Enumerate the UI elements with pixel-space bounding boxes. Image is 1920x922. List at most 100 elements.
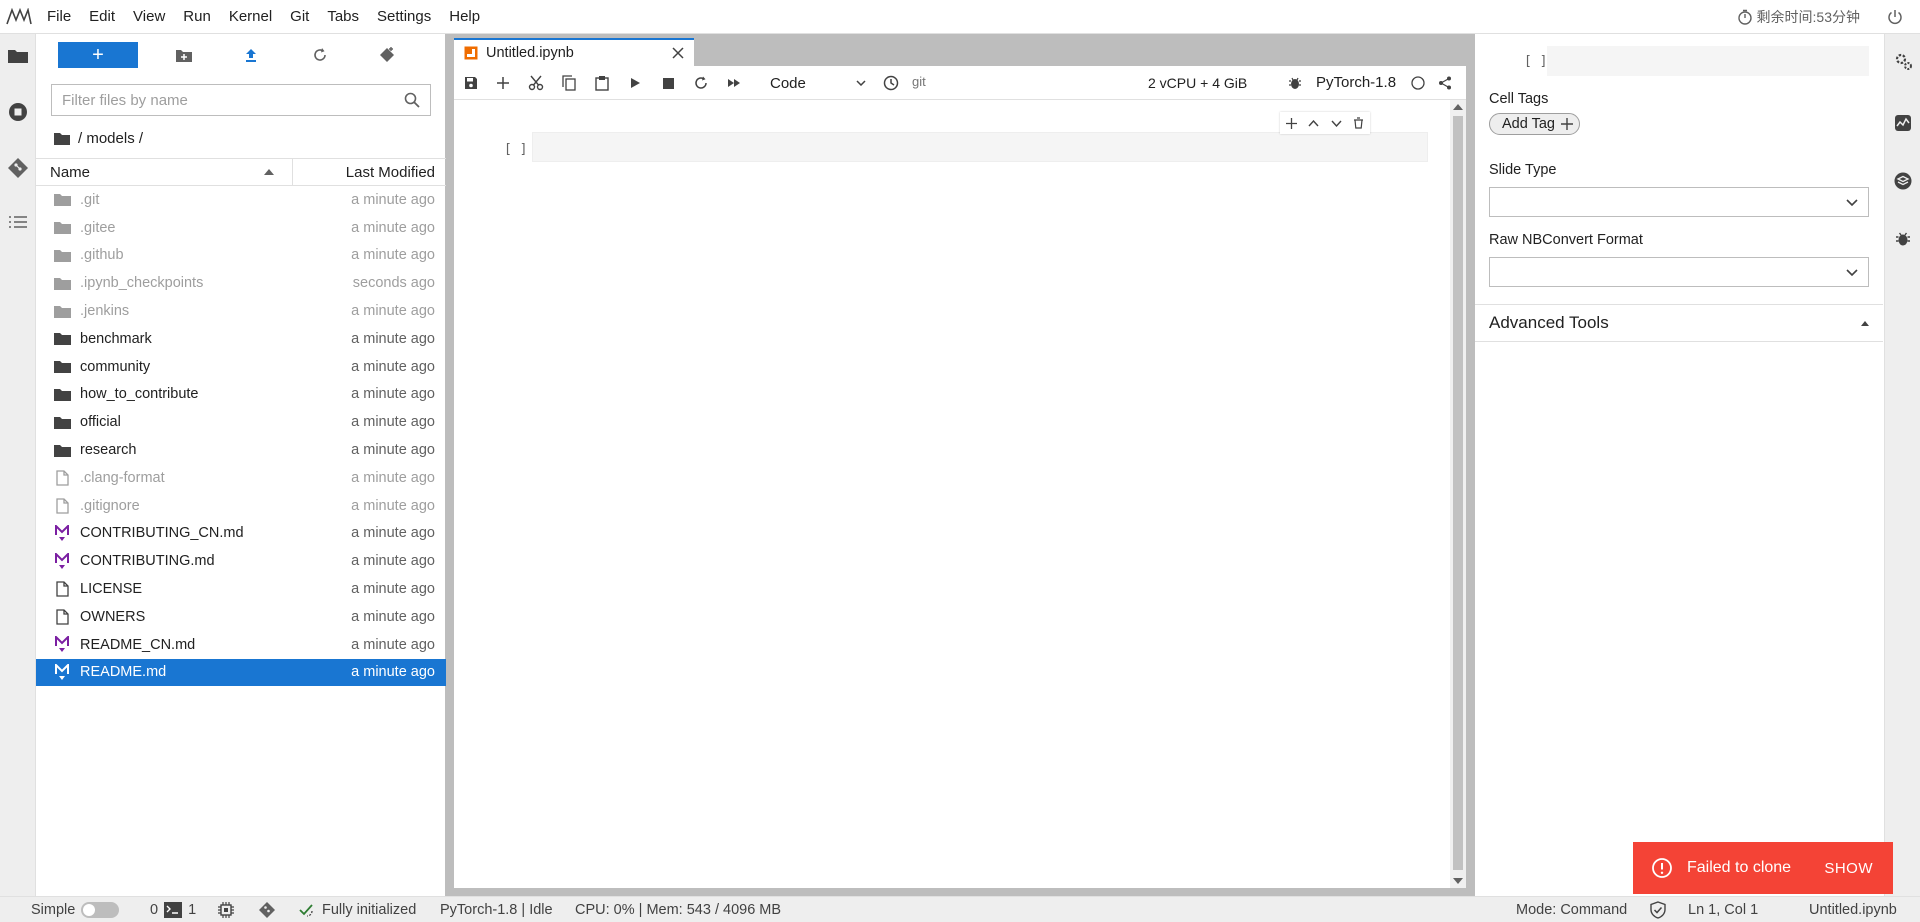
git-clone-icon[interactable] [376, 44, 398, 66]
folder-icon[interactable] [54, 132, 70, 145]
file-row[interactable]: OWNERS a minute ago [36, 603, 446, 631]
file-row[interactable]: LICENSE a minute ago [36, 575, 446, 603]
file-row[interactable]: research a minute ago [36, 436, 446, 464]
refresh-icon[interactable] [309, 44, 331, 66]
run-icon[interactable] [624, 72, 646, 94]
modified-column-header[interactable]: Last Modified [293, 159, 446, 185]
trusted-shield-icon[interactable] [1650, 901, 1666, 919]
code-cell-editor[interactable] [532, 132, 1428, 162]
paste-icon[interactable] [591, 72, 613, 94]
file-row[interactable]: benchmark a minute ago [36, 325, 446, 353]
file-row[interactable]: .gitignore a minute ago [36, 492, 446, 520]
menu-run[interactable]: Run [174, 0, 220, 34]
file-row[interactable]: .gitee a minute ago [36, 214, 446, 242]
kernel-usage-icon[interactable] [218, 901, 234, 919]
file-row[interactable]: community a minute ago [36, 353, 446, 381]
breadcrumb-path[interactable]: / models / [78, 130, 143, 147]
restart-icon[interactable] [690, 72, 712, 94]
clock-icon[interactable] [880, 72, 902, 94]
file-row[interactable]: .git a minute ago [36, 186, 446, 214]
cut-icon[interactable] [525, 72, 547, 94]
file-row[interactable]: .ipynb_checkpoints seconds ago [36, 269, 446, 297]
markdown-icon [52, 552, 72, 570]
upload-icon[interactable] [240, 44, 262, 66]
file-row[interactable]: README.md a minute ago [36, 658, 446, 687]
delete-icon[interactable] [1353, 117, 1364, 129]
file-row[interactable]: README_CN.md a minute ago [36, 631, 446, 659]
kernel-name[interactable]: PyTorch-1.8 [1316, 74, 1396, 91]
file-row[interactable]: .jenkins a minute ago [36, 297, 446, 325]
slide-type-select[interactable] [1489, 187, 1869, 217]
menu-kernel[interactable]: Kernel [220, 0, 281, 34]
toggle-switch[interactable] [81, 902, 120, 918]
file-row[interactable]: how_to_contribute a minute ago [36, 381, 446, 409]
git-status-icon[interactable] [258, 901, 276, 919]
file-name: OWNERS [80, 608, 146, 625]
debugger-icon[interactable] [1284, 72, 1306, 94]
scroll-up-icon[interactable] [1453, 104, 1463, 110]
simple-mode-toggle[interactable]: Simple [31, 901, 120, 919]
share-icon[interactable] [1434, 72, 1456, 94]
scrollbar-thumb[interactable] [1453, 116, 1463, 870]
fast-forward-icon[interactable] [723, 72, 745, 94]
close-icon[interactable] [672, 47, 684, 59]
extension-status[interactable]: Fully initialized [298, 901, 416, 919]
file-name: research [80, 442, 137, 459]
raw-format-select[interactable] [1489, 257, 1869, 287]
toast-show-button[interactable]: SHOW [1824, 860, 1873, 877]
power-icon[interactable] [1886, 8, 1904, 26]
resource-monitor-icon[interactable] [1892, 112, 1914, 134]
terminals-status[interactable]: 0 1 [150, 901, 196, 919]
new-folder-icon[interactable] [173, 44, 195, 66]
menu-tabs[interactable]: Tabs [318, 0, 368, 34]
advanced-tools-header[interactable]: Advanced Tools [1475, 304, 1883, 342]
cursor-position[interactable]: Ln 1, Col 1 [1688, 901, 1758, 919]
file-row[interactable]: CONTRIBUTING.md a minute ago [36, 547, 446, 575]
scroll-down-icon[interactable] [1453, 878, 1463, 884]
stop-icon[interactable] [657, 72, 679, 94]
table-of-contents-icon[interactable] [6, 210, 30, 234]
menu-file[interactable]: File [38, 0, 80, 34]
raw-format-label: Raw NBConvert Format [1489, 232, 1643, 248]
new-launcher-button[interactable]: + [58, 42, 138, 68]
notebook-mode[interactable]: Mode: Command [1516, 901, 1627, 919]
plus-icon [1560, 118, 1573, 130]
caret-up-icon [1861, 320, 1869, 326]
file-row[interactable]: official a minute ago [36, 408, 446, 436]
folder-icon [52, 246, 72, 264]
debugger-icon[interactable] [1892, 228, 1914, 250]
property-inspector-icon[interactable] [1892, 50, 1914, 72]
menu-edit[interactable]: Edit [80, 0, 124, 34]
add-tag-button[interactable]: Add Tag [1489, 113, 1580, 135]
markdown-icon [52, 524, 72, 542]
menu-git[interactable]: Git [281, 0, 318, 34]
file-row[interactable]: CONTRIBUTING_CN.md a minute ago [36, 520, 446, 548]
file-row[interactable]: .github a minute ago [36, 242, 446, 270]
cell-type-select[interactable]: Code [770, 72, 866, 94]
name-column-header[interactable]: Name [36, 159, 293, 185]
file-row[interactable]: .clang-format a minute ago [36, 464, 446, 492]
git-toolbar-label[interactable]: git [912, 74, 926, 89]
menu-view[interactable]: View [124, 0, 174, 34]
menu-bar: File Edit View Run Kernel Git Tabs Setti… [0, 0, 1920, 34]
move-up-icon[interactable] [1308, 119, 1319, 127]
kernel-status[interactable]: PyTorch-1.8 | Idle [440, 901, 553, 919]
copy-icon[interactable] [558, 72, 580, 94]
insert-cell-icon[interactable] [1285, 117, 1297, 129]
notebook-scrollbar[interactable] [1450, 100, 1466, 888]
tab-untitled-notebook[interactable]: Untitled.ipynb [454, 38, 694, 66]
add-cell-icon[interactable] [492, 72, 514, 94]
folder-icon [52, 302, 72, 320]
error-toast: Failed to clone SHOW [1633, 842, 1893, 894]
inspector-editor[interactable] [1547, 46, 1869, 76]
folder-icon[interactable] [6, 44, 30, 68]
file-filter-input[interactable] [62, 91, 404, 109]
git-icon[interactable] [6, 156, 30, 180]
extension-layers-icon[interactable] [1892, 170, 1914, 192]
move-down-icon[interactable] [1331, 120, 1342, 127]
running-sessions-icon[interactable] [6, 100, 30, 124]
save-icon[interactable] [460, 72, 482, 94]
menu-help[interactable]: Help [440, 0, 489, 34]
menu-settings[interactable]: Settings [368, 0, 440, 34]
file-modified: a minute ago [351, 303, 435, 320]
